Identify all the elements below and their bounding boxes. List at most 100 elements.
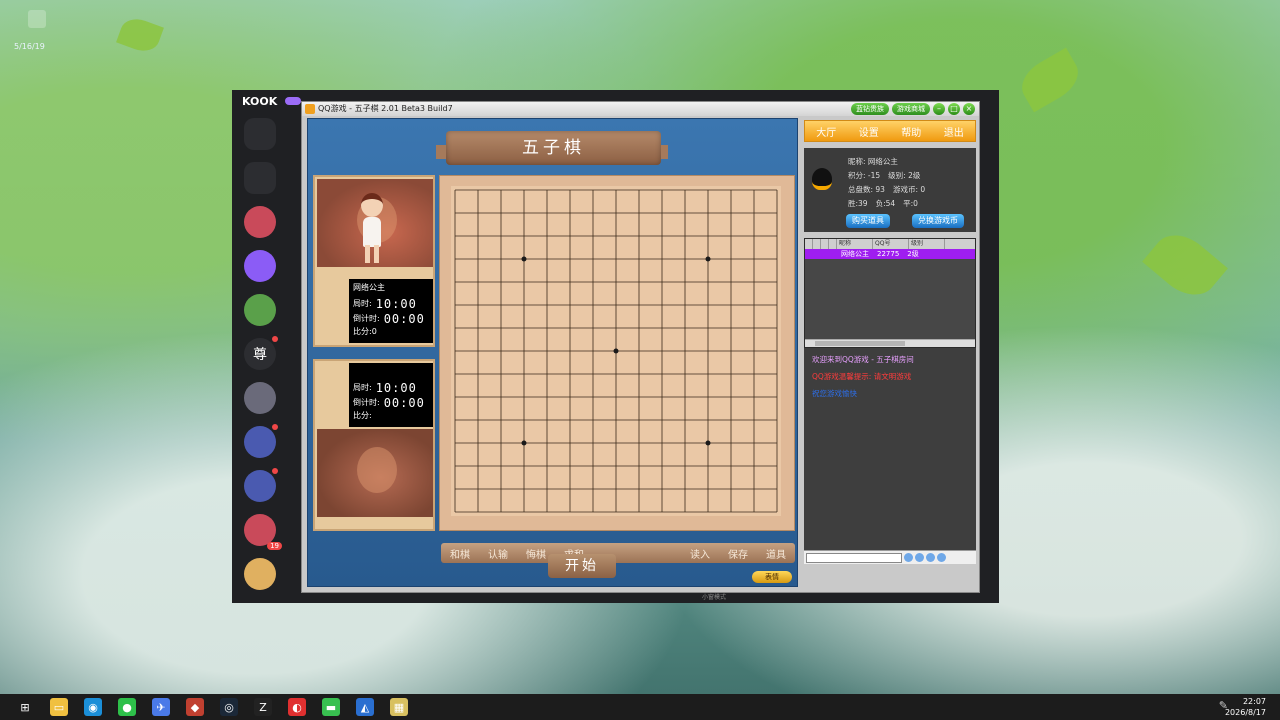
player1-count-row: 倒计时: 00:00 bbox=[353, 311, 429, 326]
kook-tab-indicator[interactable] bbox=[285, 97, 302, 105]
emoji-icon[interactable] bbox=[904, 553, 913, 562]
wechat-icon[interactable]: ● bbox=[118, 698, 136, 716]
chat-line: 欢迎来到QQ游戏 - 五子棋房间 bbox=[812, 355, 914, 364]
server-avatar-anime[interactable] bbox=[244, 382, 276, 414]
server-message-icon[interactable] bbox=[244, 118, 276, 150]
load-button[interactable]: 读入 bbox=[690, 546, 710, 561]
list-header-cell[interactable] bbox=[813, 239, 821, 249]
exchange-coins-button[interactable]: 兑换游戏币 bbox=[912, 214, 964, 228]
qq-penguin-icon bbox=[812, 168, 832, 190]
close-icon[interactable]: × bbox=[963, 103, 975, 115]
chat-input[interactable] bbox=[806, 552, 902, 563]
game-icon[interactable]: ◆ bbox=[186, 698, 204, 716]
chat-panel: 欢迎来到QQ游戏 - 五子棋房间 QQ游戏温馨提示: 请文明游戏 祝您游戏愉快 bbox=[804, 348, 976, 564]
scrollbar-thumb[interactable] bbox=[815, 341, 905, 346]
edge-icon[interactable]: ◉ bbox=[84, 698, 102, 716]
count-label: 倒计时: bbox=[353, 314, 380, 323]
minimize-icon[interactable]: – bbox=[933, 103, 945, 115]
emote-button[interactable]: 表情 bbox=[752, 571, 792, 583]
desktop-leaf bbox=[1142, 223, 1228, 307]
player2-name bbox=[353, 366, 429, 380]
kook-footer: 小窗模式 bbox=[702, 594, 727, 601]
desktop-leaf bbox=[1014, 47, 1086, 113]
player2-avatar-empty[interactable] bbox=[317, 429, 433, 517]
send-icon[interactable] bbox=[926, 553, 935, 562]
board-frame bbox=[439, 175, 795, 531]
shop-button[interactable]: 游戏商城 bbox=[892, 103, 930, 115]
list-scrollbar[interactable] bbox=[805, 339, 975, 347]
star-point bbox=[521, 256, 527, 262]
star-point bbox=[705, 256, 711, 262]
avatar-bg-mascot bbox=[357, 447, 397, 493]
chat-input-bar bbox=[804, 550, 976, 564]
list-header-cell[interactable]: QQ号 bbox=[873, 239, 909, 249]
steam-icon[interactable]: ◎ bbox=[220, 698, 238, 716]
draws-value: 平:0 bbox=[903, 199, 918, 208]
line-icon[interactable]: ▬ bbox=[322, 698, 340, 716]
count-time: 00:00 bbox=[383, 311, 425, 326]
game-title-banner: 五子棋 bbox=[446, 131, 661, 165]
help-menu[interactable]: 帮助 bbox=[901, 124, 921, 139]
list-header-cell[interactable]: 昵称 bbox=[837, 239, 873, 249]
server-avatar-user[interactable] bbox=[244, 558, 276, 590]
list-header-cell[interactable] bbox=[829, 239, 837, 249]
gomoku-board[interactable] bbox=[451, 186, 781, 516]
player2-card: 局时: 10:00 倒计时: 00:00 比分: bbox=[313, 359, 435, 531]
netease-icon[interactable]: ◐ bbox=[288, 698, 306, 716]
notification-dot bbox=[272, 424, 278, 430]
buy-items-button[interactable]: 购买道具 bbox=[846, 214, 890, 228]
desktop-stamp: 5/16/19 bbox=[14, 42, 45, 51]
qq-titlebar[interactable]: QQ游戏 - 五子棋 2.01 Beta3 Build7 蓝钻贵族 游戏商城 –… bbox=[302, 102, 979, 116]
server-avatar-blue2[interactable] bbox=[244, 468, 278, 502]
info-points-row: 积分: -15 级别: 2级 bbox=[848, 170, 928, 181]
player1-name: 网络公主 bbox=[353, 283, 385, 292]
font-icon[interactable] bbox=[915, 553, 924, 562]
player1-avatar[interactable] bbox=[317, 179, 433, 267]
feishu-icon[interactable]: ✈ bbox=[152, 698, 170, 716]
item-button[interactable]: 道具 bbox=[766, 546, 786, 561]
side-panel: 大厅 设置 帮助 退出 昵称: 网络公主 积分: -15 级别: 2级 总盘数: … bbox=[804, 120, 976, 590]
penguin-icon[interactable]: ◭ bbox=[356, 698, 374, 716]
resign-button[interactable]: 认输 bbox=[488, 546, 508, 561]
server-zun-text[interactable]: 尊 bbox=[244, 336, 278, 370]
server-avatar-purple[interactable] bbox=[244, 250, 276, 282]
main-menu: 大厅 设置 帮助 退出 bbox=[804, 120, 976, 142]
vip-button[interactable]: 蓝钻贵族 bbox=[851, 103, 889, 115]
undo-button[interactable]: 悔棋 bbox=[526, 546, 546, 561]
server-sparkle-icon[interactable] bbox=[244, 162, 276, 194]
step-time: 10:00 bbox=[375, 380, 417, 395]
lobby-menu[interactable]: 大厅 bbox=[816, 124, 836, 139]
server-avatar-red[interactable] bbox=[244, 206, 276, 238]
list-header-cell[interactable] bbox=[805, 239, 813, 249]
info-record-row: 胜:39 负:54 平:0 bbox=[848, 198, 926, 209]
maximize-icon[interactable]: □ bbox=[948, 103, 960, 115]
z-icon[interactable]: Z bbox=[254, 698, 272, 716]
save-button[interactable]: 保存 bbox=[728, 546, 748, 561]
server-avatar-badge[interactable]: 19 bbox=[244, 514, 282, 550]
list-header-cell[interactable]: 级别 bbox=[909, 239, 945, 249]
board-grid[interactable] bbox=[451, 186, 781, 516]
player2-timer: 局时: 10:00 倒计时: 00:00 比分: bbox=[349, 363, 433, 427]
player1-timer: 网络公主 局时: 10:00 倒计时: 00:00 比分:0 bbox=[349, 279, 433, 343]
player2-score: 比分: bbox=[353, 411, 372, 420]
info-nickname: 昵称: 网络公主 bbox=[848, 156, 906, 167]
draw-button[interactable]: 和棋 bbox=[450, 546, 470, 561]
star-point bbox=[521, 440, 527, 446]
settings-icon[interactable] bbox=[937, 553, 946, 562]
start-button[interactable]: 开始 bbox=[548, 554, 616, 578]
desktop-app-icon[interactable] bbox=[28, 10, 46, 28]
notification-dot bbox=[272, 336, 278, 342]
clock[interactable]: 22:07 2026/8/17 bbox=[1225, 696, 1266, 718]
explorer-icon[interactable]: ▭ bbox=[50, 698, 68, 716]
server-avatar-green[interactable] bbox=[244, 294, 276, 326]
star-point bbox=[613, 348, 619, 354]
server-avatar-blue1[interactable] bbox=[244, 424, 278, 458]
gomoku-icon[interactable]: ▦ bbox=[390, 698, 408, 716]
list-header-cell[interactable] bbox=[821, 239, 829, 249]
windows-icon[interactable]: ⊞ bbox=[16, 698, 34, 716]
star-point bbox=[705, 440, 711, 446]
player-list-row[interactable]: 网络公主 22775 2级 bbox=[805, 249, 975, 259]
player2-step-row: 局时: 10:00 bbox=[353, 380, 429, 395]
settings-menu[interactable]: 设置 bbox=[859, 124, 879, 139]
exit-menu[interactable]: 退出 bbox=[944, 124, 964, 139]
